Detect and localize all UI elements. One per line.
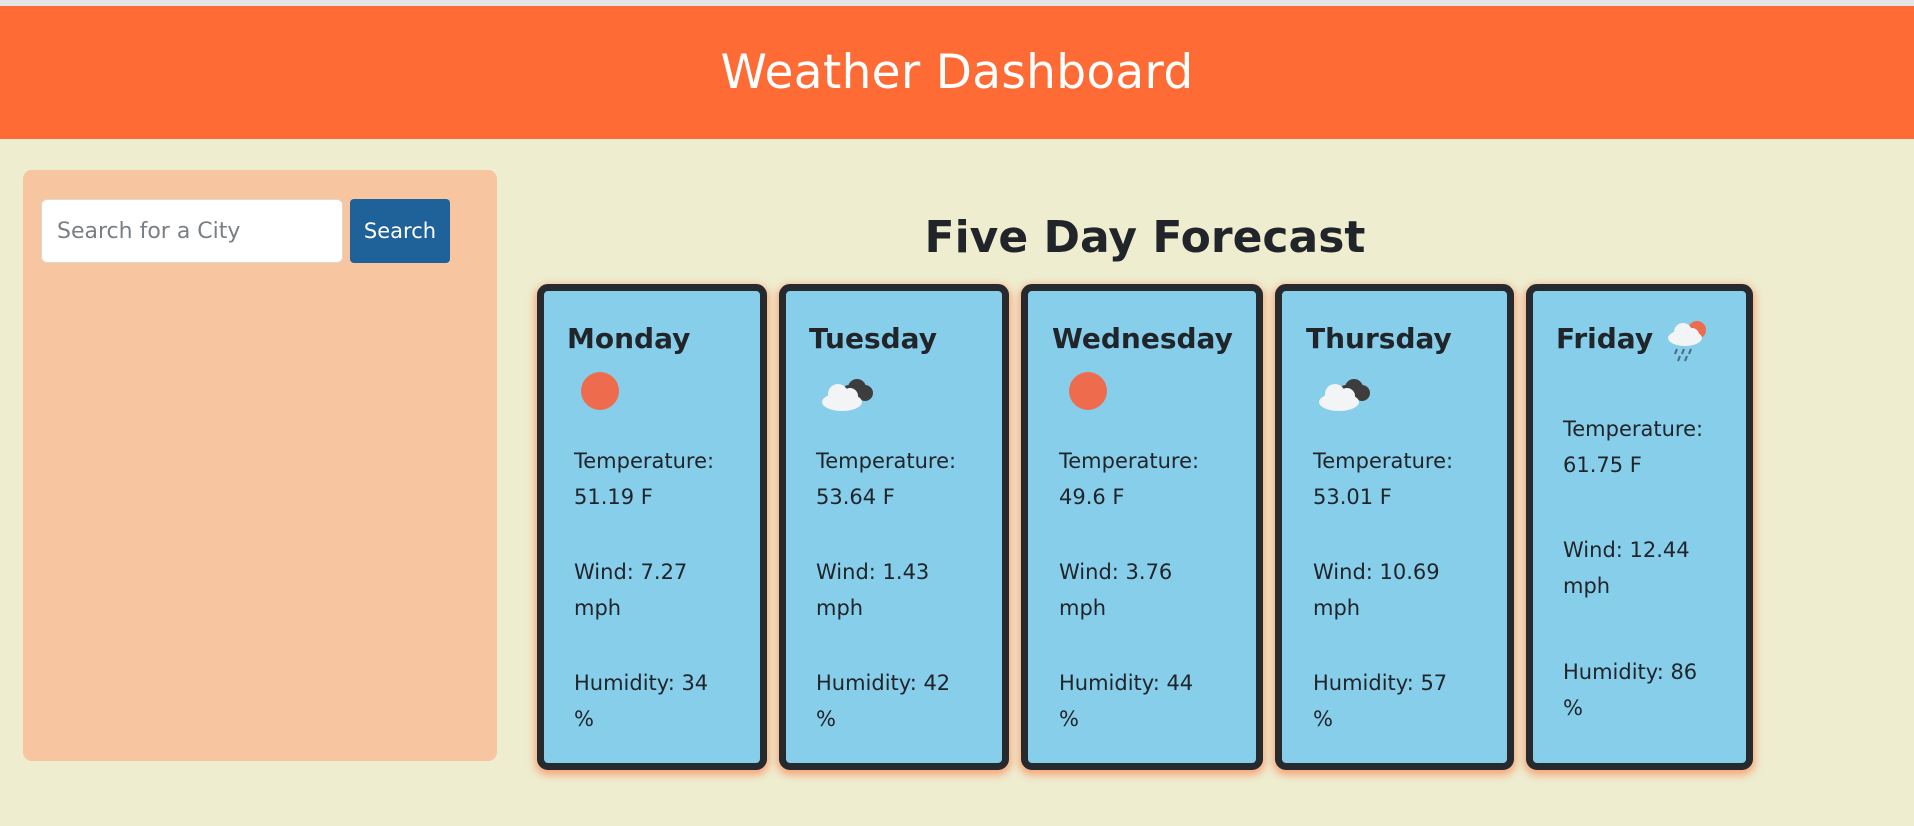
card-day-label: Monday — [567, 322, 691, 355]
sun-icon — [580, 369, 636, 415]
card-temperature-label: Temperature: 51.19 F — [574, 449, 715, 509]
card-day-label: Wednesday — [1052, 322, 1233, 355]
card-wind: Wind: 12.44 mph — [1563, 538, 1690, 598]
search-sidebar: Search — [23, 170, 497, 761]
card-humidity: Humidity: 57% — [1313, 671, 1448, 731]
card-humidity: Humidity: 86% — [1563, 660, 1698, 720]
card-wind: Wind: 1.43 mph — [816, 560, 930, 620]
card-temperature-label: Temperature: 61.75 F — [1563, 417, 1704, 477]
forecast-card-thursday: Thursday Temperature: 53.01 F Wind: 10.69… — [1275, 284, 1514, 770]
search-button[interactable]: Search — [350, 199, 450, 263]
card-wind: Wind: 7.27 mph — [574, 560, 688, 620]
card-wind: Wind: 3.76 mph — [1059, 560, 1173, 620]
card-temperature-label: Temperature: 53.01 F — [1313, 449, 1454, 509]
cloudy-icon — [1316, 371, 1372, 417]
forecast-title: Five Day Forecast — [924, 212, 1366, 263]
card-humidity: Humidity: 42% — [816, 671, 951, 731]
sun-icon — [1068, 369, 1124, 415]
forecast-card-friday: Friday Temperature: 61.75 F Wind: 12.44 mp… — [1526, 284, 1753, 770]
card-day-label: Thursday — [1306, 322, 1452, 355]
rain-icon — [1665, 318, 1713, 364]
card-temperature-label: Temperature: 49.6 F — [1059, 449, 1200, 509]
cloudy-icon — [819, 371, 875, 417]
card-day-label: Tuesday — [809, 322, 937, 355]
forecast-card-wednesday: Wednesday Temperature: 49.6 F Wind: 3.76 m… — [1021, 284, 1263, 770]
card-wind: Wind: 10.69 mph — [1313, 560, 1440, 620]
card-humidity: Humidity: 34% — [574, 671, 709, 731]
page-header: Weather Dashboard — [0, 6, 1914, 139]
page-title: Weather Dashboard — [720, 45, 1194, 100]
card-temperature-label: Temperature: 53.64 F — [816, 449, 957, 509]
forecast-card-monday: Monday Temperature: 51.19 F Wind: 7.27 mph… — [537, 284, 767, 770]
city-search-input[interactable] — [41, 199, 343, 263]
card-humidity: Humidity: 44% — [1059, 671, 1194, 731]
card-day-label: Friday — [1556, 322, 1654, 355]
forecast-card-tuesday: Tuesday Temperature: 53.64 F Wind: 1.43 mp… — [779, 284, 1009, 770]
